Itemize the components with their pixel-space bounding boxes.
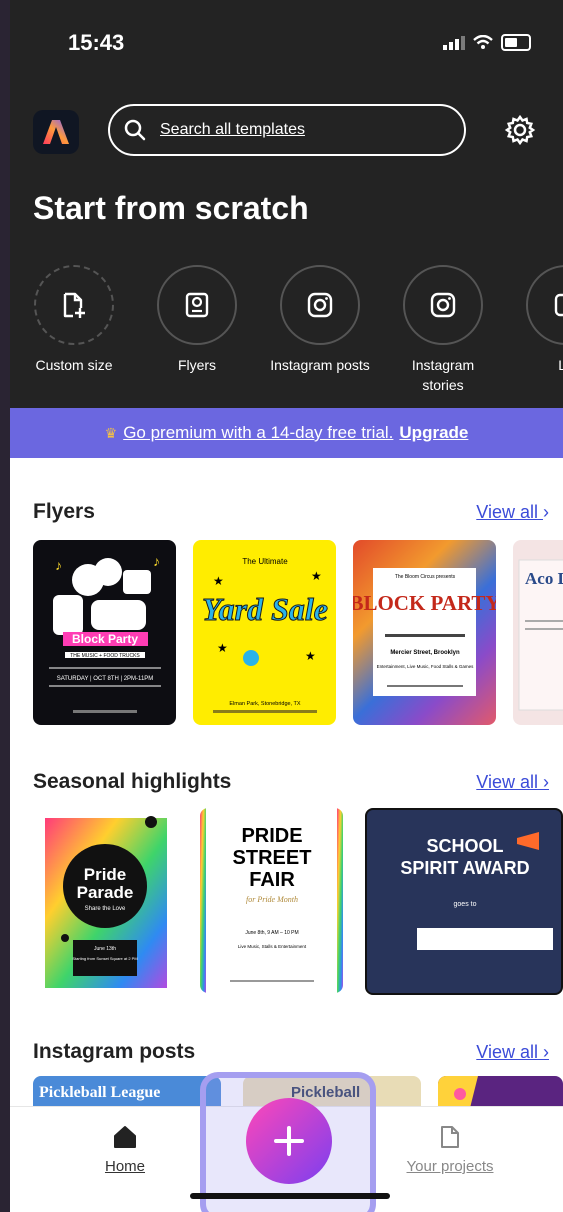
svg-text:STREET: STREET (233, 847, 312, 869)
crown-icon: ♛ (104, 424, 118, 441)
instagram-icon (430, 292, 456, 318)
quick-action-label: Custom size (35, 357, 113, 373)
card-heading: Block Party (72, 632, 138, 646)
chevron-right-icon: › (543, 772, 549, 792)
plus-icon (274, 1126, 304, 1156)
svg-text:Pride: Pride (84, 865, 127, 884)
chevron-right-icon: › (543, 1042, 549, 1062)
seasonal-template-pride-parade[interactable]: Pride Parade Share the Love June 13th St… (33, 808, 176, 993)
svg-text:SCHOOL: SCHOOL (426, 836, 503, 856)
app-screen: 15:43 Search all templates Start from sc… (10, 0, 563, 1212)
view-all-instagram-link[interactable]: View all › (476, 1042, 549, 1063)
card-text: June 13th (94, 946, 116, 952)
premium-text: Go premium with a 14-day free trial. (123, 423, 394, 442)
status-time: 15:43 (68, 30, 125, 55)
nav-projects-label: Your projects (406, 1158, 494, 1175)
quick-action-label: Flyers (177, 357, 217, 373)
view-all-flyers-link[interactable]: View all › (476, 502, 549, 523)
svg-text:FAIR: FAIR (249, 869, 295, 891)
svg-text:★: ★ (311, 569, 322, 583)
projects-icon (441, 1126, 459, 1148)
search-icon (124, 119, 146, 141)
svg-text:SPIRIT AWARD: SPIRIT AWARD (400, 858, 529, 878)
card-text: Mercier Street, Brooklyn (390, 650, 460, 656)
svg-text:★: ★ (213, 574, 224, 588)
search-bar[interactable]: Search all templates (108, 104, 466, 156)
svg-text:Parade: Parade (77, 883, 134, 902)
view-all-seasonal-link[interactable]: View all › (476, 772, 549, 793)
quick-action-label: Instagram posts (270, 357, 370, 373)
chevron-right-icon: › (543, 502, 549, 522)
seasonal-template-pride-street-fair[interactable]: PRIDE STREET FAIR for Pride Month June 8… (200, 808, 343, 993)
template-preview: ♪ ♪ Block Party THE MUSIC + FOOD TRUCKS S… (49, 553, 161, 713)
card-text: The Bloom Circus presents (395, 574, 456, 580)
nav-your-projects[interactable]: Your projects (395, 1125, 505, 1175)
search-placeholder: Search all templates (160, 121, 305, 138)
signal-icon (443, 35, 465, 50)
logo-icon (554, 293, 563, 317)
card-heading: BLOCK PARTY (353, 591, 496, 615)
quick-action-instagram-stories[interactable]: Instagram stories (393, 265, 493, 395)
header-panel: 15:43 Search all templates Start from sc… (10, 0, 563, 408)
card-heading: Aco Daz (525, 569, 563, 588)
svg-text:♪: ♪ (55, 557, 62, 573)
home-icon (114, 1126, 136, 1148)
template-preview: The Ultimate Yard Sale ★ ★ ★ ★ Elman Park, … (202, 557, 328, 713)
section-title-instagram: Instagram posts (33, 1040, 196, 1063)
template-preview: Aco Daz (518, 559, 563, 711)
quick-action-label: Instagram stories (411, 357, 475, 393)
add-file-icon (63, 292, 85, 318)
card-text: June 8th, 9 AM – 10 PM (245, 930, 298, 936)
premium-banner[interactable]: ♛ Go premium with a 14-day free trial. U… (10, 408, 563, 458)
gear-icon[interactable] (504, 114, 536, 146)
svg-text:PRIDE: PRIDE (241, 825, 302, 847)
quick-action-logos[interactable]: Lo (516, 265, 563, 375)
card-text: The Ultimate (242, 557, 288, 566)
section-title-seasonal: Seasonal highlights (33, 770, 232, 793)
template-preview: SCHOOL SPIRIT AWARD goes to (400, 832, 553, 950)
card-text: Elman Park, Stonebridge, TX (229, 701, 300, 707)
nav-home-label: Home (104, 1158, 145, 1175)
home-indicator (190, 1193, 390, 1199)
app-logo[interactable] (33, 110, 79, 154)
flyer-template-yard-sale[interactable]: The Ultimate Yard Sale ★ ★ ★ ★ Elman Park, … (193, 540, 336, 725)
quick-action-label: Lo (558, 357, 563, 373)
quick-action-custom-size[interactable]: Custom size (24, 265, 124, 375)
card-heading: Yard Sale (202, 591, 328, 627)
svg-text:♪: ♪ (153, 553, 160, 569)
flyer-template-block-party[interactable]: ♪ ♪ Block Party THE MUSIC + FOOD TRUCKS S… (33, 540, 176, 725)
template-preview: Pride Parade Share the Love June 13th St… (45, 816, 167, 988)
create-button[interactable] (246, 1098, 332, 1184)
svg-text:★: ★ (305, 649, 316, 663)
battery-icon (501, 34, 531, 51)
card-text: Live Music, Stalls & Entertainment (238, 944, 307, 949)
section-title-flyers: Flyers (33, 500, 95, 523)
template-preview: PRIDE STREET FAIR for Pride Month June 8… (200, 808, 343, 993)
wifi-icon (473, 34, 493, 50)
card-text: SATURDAY | OCT 8TH | 2PM-11PM (57, 676, 154, 682)
card-text: Starting from Sunset Square at 2 PM (72, 956, 137, 961)
template-preview: The Bloom Circus presents BLOCK PARTY Me… (353, 568, 496, 696)
svg-text:★: ★ (217, 641, 228, 655)
card-text: Share the Love (85, 906, 126, 912)
flyer-template-partial[interactable]: Aco Daz (513, 540, 563, 725)
status-icons (443, 34, 531, 51)
flyer-template-block-party-2[interactable]: The Bloom Circus presents BLOCK PARTY Me… (353, 540, 496, 725)
card-text: for Pride Month (246, 895, 298, 904)
card-text: Entertainment, Live Music, Food Stalls &… (377, 664, 475, 669)
card-heading: Pickleball League (39, 1084, 161, 1101)
quick-action-instagram-posts[interactable]: Instagram posts (270, 265, 370, 375)
nav-home[interactable]: Home (95, 1125, 155, 1175)
card-text: goes to (454, 901, 477, 908)
seasonal-template-school-spirit-award[interactable]: SCHOOL SPIRIT AWARD goes to (365, 808, 563, 995)
upgrade-link[interactable]: Upgrade (399, 423, 468, 443)
card-text: THE MUSIC + FOOD TRUCKS (70, 653, 140, 659)
page-title: Start from scratch (33, 190, 309, 226)
flyer-icon (185, 292, 209, 318)
quick-action-flyers[interactable]: Flyers (147, 265, 247, 375)
instagram-icon (307, 292, 333, 318)
